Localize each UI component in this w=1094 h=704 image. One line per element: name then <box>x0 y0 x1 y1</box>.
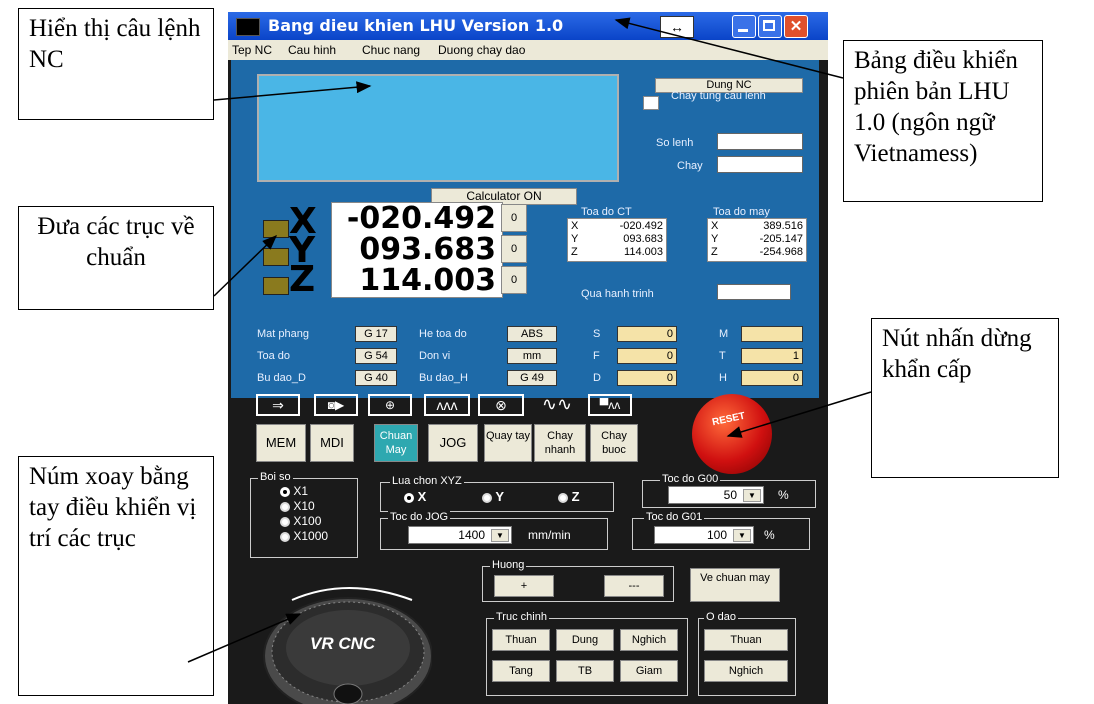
arrow-version <box>614 17 844 79</box>
arrow-handwheel <box>187 613 302 663</box>
arrow-axis-home <box>213 234 278 297</box>
arrow-estop <box>726 391 872 438</box>
callout-arrows <box>187 17 872 663</box>
arrow-nc-display <box>213 81 372 101</box>
